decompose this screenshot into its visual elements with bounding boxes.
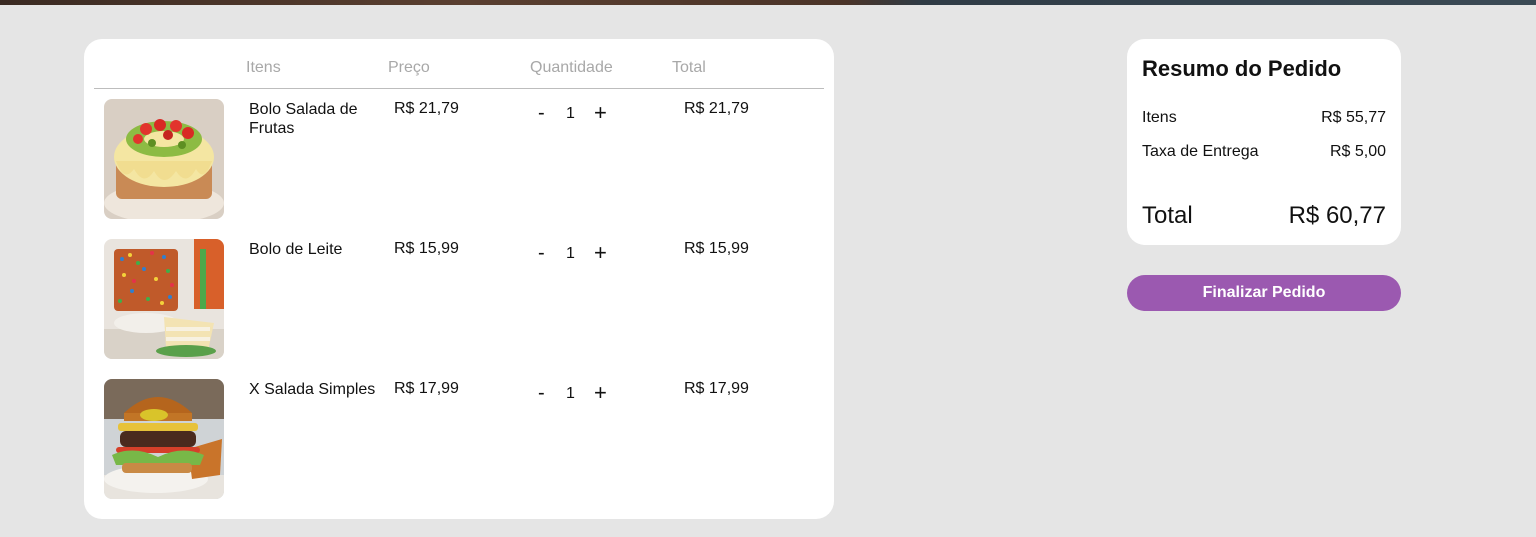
quantity-stepper: - 1 + bbox=[534, 381, 614, 405]
increase-quantity-button[interactable]: + bbox=[594, 101, 607, 125]
quantity-stepper: - 1 + bbox=[534, 101, 614, 125]
column-header-quantity: Quantidade bbox=[530, 59, 613, 76]
quantity-value: 1 bbox=[566, 245, 575, 262]
product-name: X Salada Simples bbox=[249, 381, 376, 398]
product-price: R$ 21,79 bbox=[394, 100, 459, 117]
order-summary: Resumo do Pedido Itens R$ 55,77 Taxa de … bbox=[1127, 39, 1401, 245]
product-name: Bolo Salada de Frutas bbox=[249, 101, 358, 137]
cart-row: X Salada Simples R$ 17,99 - 1 + R$ 17,99 bbox=[104, 379, 824, 499]
quantity-value: 1 bbox=[566, 105, 575, 122]
cart-table-header: Itens Preço Quantidade Total bbox=[94, 59, 824, 89]
finalize-order-button[interactable]: Finalizar Pedido bbox=[1127, 275, 1401, 311]
product-image-sprinkle-cake bbox=[104, 239, 224, 359]
quantity-stepper: - 1 + bbox=[534, 241, 614, 265]
increase-quantity-button[interactable]: + bbox=[594, 381, 607, 405]
summary-total-label: Total bbox=[1142, 202, 1193, 229]
hero-image-strip bbox=[0, 0, 1536, 5]
column-header-items: Itens bbox=[246, 59, 281, 76]
cart-row: Bolo de Leite R$ 15,99 - 1 + R$ 15,99 bbox=[104, 239, 824, 359]
summary-items-value: R$ 55,77 bbox=[1321, 109, 1386, 126]
decrease-quantity-button[interactable]: - bbox=[538, 381, 545, 405]
cart-row: Bolo Salada de Frutas R$ 21,79 - 1 + R$ … bbox=[104, 99, 824, 219]
decrease-quantity-button[interactable]: - bbox=[538, 101, 545, 125]
summary-total-value: R$ 60,77 bbox=[1288, 202, 1386, 229]
summary-delivery-label: Taxa de Entrega bbox=[1142, 143, 1259, 160]
product-price: R$ 15,99 bbox=[394, 240, 459, 257]
product-total: R$ 17,99 bbox=[684, 380, 749, 397]
cart-table: Itens Preço Quantidade Total Bolo Salada… bbox=[84, 39, 834, 519]
quantity-value: 1 bbox=[566, 385, 575, 402]
column-header-price: Preço bbox=[388, 59, 430, 76]
decrease-quantity-button[interactable]: - bbox=[538, 241, 545, 265]
product-image-fruit-cake bbox=[104, 99, 224, 219]
summary-delivery-value: R$ 5,00 bbox=[1329, 143, 1386, 160]
product-price: R$ 17,99 bbox=[394, 380, 459, 397]
product-total: R$ 21,79 bbox=[684, 100, 749, 117]
product-image-burger bbox=[104, 379, 224, 499]
increase-quantity-button[interactable]: + bbox=[594, 241, 607, 265]
column-header-total: Total bbox=[672, 59, 706, 76]
product-name: Bolo de Leite bbox=[249, 241, 343, 258]
summary-items-label: Itens bbox=[1142, 109, 1177, 126]
order-summary-title: Resumo do Pedido bbox=[1142, 56, 1342, 81]
product-total: R$ 15,99 bbox=[684, 240, 749, 257]
